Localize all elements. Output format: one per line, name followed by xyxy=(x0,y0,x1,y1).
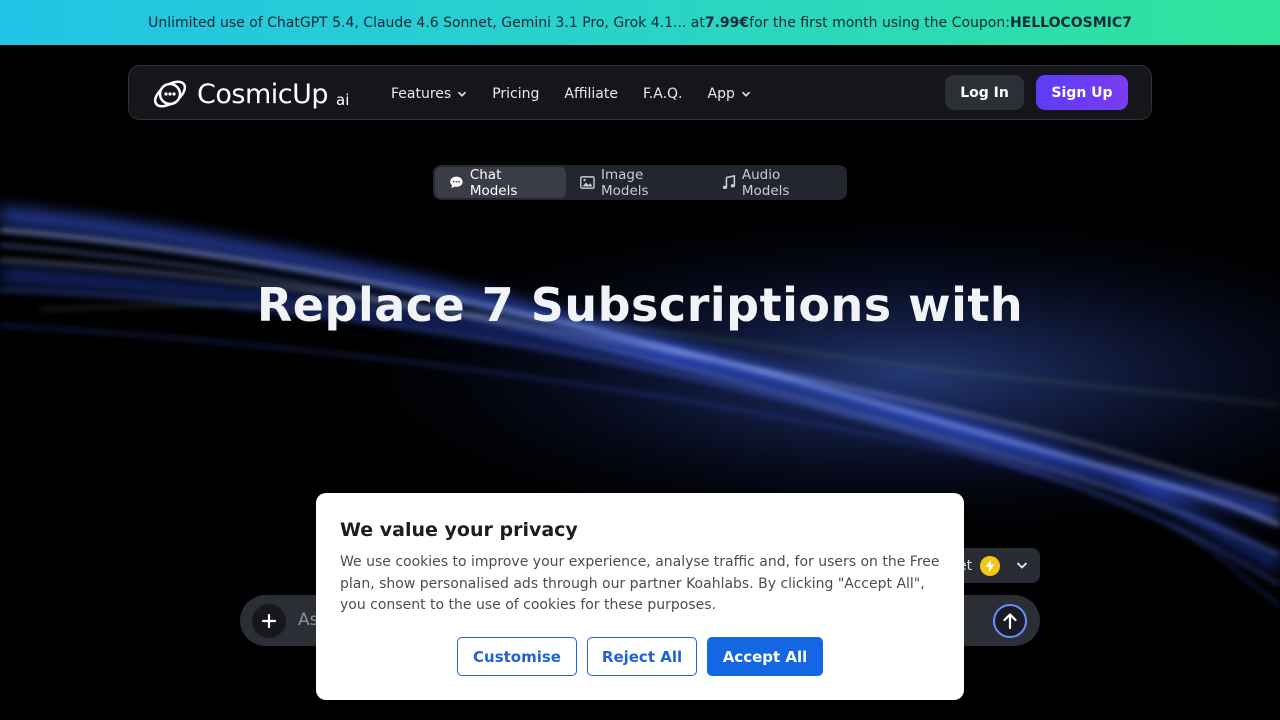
planet-chat-logo-icon xyxy=(153,80,187,108)
nav-item-label: Affiliate xyxy=(564,85,618,102)
add-attachment-button[interactable] xyxy=(252,604,286,638)
brand-logo[interactable]: CosmicUp ai xyxy=(151,77,349,111)
arrow-up-icon xyxy=(1003,613,1017,630)
nav-item-pricing[interactable]: Pricing xyxy=(492,86,539,102)
accept-all-button[interactable]: Accept All xyxy=(707,637,823,676)
nav-menu: Features Pricing Affiliate F.A.Q. App xyxy=(391,66,776,121)
top-navbar: CosmicUp ai Features Pricing Affiliate F… xyxy=(128,65,1152,120)
cookie-consent-dialog: We value your privacy We use cookies to … xyxy=(316,493,964,700)
reject-all-button[interactable]: Reject All xyxy=(587,637,697,676)
cookie-dialog-text: We use cookies to improve your experienc… xyxy=(340,554,940,613)
promo-banner: Unlimited use of ChatGPT 5.4, Claude 4.6… xyxy=(0,0,1280,45)
chevron-down-icon xyxy=(458,91,467,97)
tab-image-models[interactable]: Image Models xyxy=(566,166,708,199)
plus-icon xyxy=(261,613,277,629)
tab-chat-models[interactable]: Chat Models xyxy=(435,166,567,199)
hero-title: Replace 7 Subscriptions with xyxy=(256,278,1024,332)
image-icon xyxy=(580,176,595,189)
promo-text-before: Unlimited use of ChatGPT 5.4, Claude 4.6… xyxy=(148,14,705,31)
promo-text-middle: for the first month using the Coupon: xyxy=(749,14,1010,31)
promo-coupon: HELLOCOSMIC7 xyxy=(1009,14,1132,31)
chat-bubble-icon xyxy=(450,176,463,189)
signup-button[interactable]: Sign Up xyxy=(1036,75,1128,110)
nav-item-label: App xyxy=(707,85,735,102)
tab-audio-models[interactable]: Audio Models xyxy=(708,166,845,199)
tab-label: Chat Models xyxy=(469,166,518,199)
brand-name: CosmicUp xyxy=(197,78,329,110)
customise-button[interactable]: Customise xyxy=(457,637,577,676)
chevron-down-icon xyxy=(1016,562,1028,569)
tab-label: Image Models xyxy=(601,166,649,199)
nav-item-label: F.A.Q. xyxy=(642,85,683,102)
lightning-bolt-icon xyxy=(980,556,1000,576)
nav-item-label: Pricing xyxy=(492,85,540,102)
music-note-icon xyxy=(722,175,736,190)
nav-item-label: Features xyxy=(391,85,452,102)
cookie-dialog-title: We value your privacy xyxy=(340,519,578,541)
chevron-down-icon xyxy=(741,91,750,97)
login-button[interactable]: Log In xyxy=(945,75,1024,110)
send-button[interactable] xyxy=(993,604,1027,638)
nav-item-affiliate[interactable]: Affiliate xyxy=(564,86,618,102)
model-type-tabs: Chat Models Image Models Audio Models xyxy=(433,165,847,200)
nav-item-app[interactable]: App xyxy=(708,86,751,102)
nav-item-features[interactable]: Features xyxy=(391,86,467,102)
nav-item-faq[interactable]: F.A.Q. xyxy=(643,86,683,102)
brand-suffix: ai xyxy=(336,91,350,109)
tab-label: Audio Models xyxy=(741,166,790,199)
promo-price: 7.99€ xyxy=(704,14,750,31)
